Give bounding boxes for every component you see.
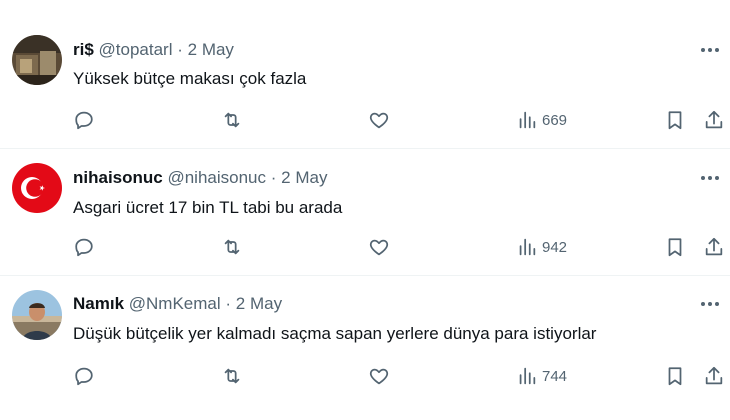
avatar[interactable] bbox=[12, 163, 62, 213]
reply-button[interactable] bbox=[73, 106, 95, 134]
avatar[interactable] bbox=[12, 290, 62, 340]
reply-icon bbox=[75, 111, 93, 130]
like-button[interactable] bbox=[368, 233, 390, 261]
retweet-button[interactable] bbox=[221, 106, 243, 134]
tweet-actions: 744 bbox=[0, 362, 730, 390]
display-name[interactable]: ri$ bbox=[73, 40, 94, 59]
reply-icon bbox=[75, 238, 93, 257]
views-count: 942 bbox=[542, 238, 568, 256]
more-icon[interactable] bbox=[698, 40, 722, 60]
heart-icon bbox=[369, 239, 389, 256]
tweet-actions: 669 bbox=[0, 106, 730, 134]
tweet-date[interactable]: 2 May bbox=[188, 40, 234, 59]
views-count: 669 bbox=[542, 111, 568, 129]
heart-icon bbox=[369, 112, 389, 129]
retweet-button[interactable] bbox=[221, 233, 243, 261]
person-photo-avatar-icon bbox=[12, 290, 62, 340]
views-count: 744 bbox=[542, 367, 568, 385]
bookmark-button[interactable] bbox=[664, 362, 686, 390]
share-icon bbox=[705, 237, 723, 256]
avatar[interactable] bbox=[12, 35, 62, 85]
user-handle[interactable]: @NmKemal bbox=[129, 294, 221, 313]
separator-dot: · bbox=[177, 40, 183, 59]
tweet-3[interactable]: Namık @NmKemal · 2 May Düşük bütçelik ye… bbox=[0, 276, 730, 420]
tweet-date[interactable]: 2 May bbox=[281, 168, 327, 187]
more-icon[interactable] bbox=[698, 294, 722, 314]
turkish-flag-avatar-icon bbox=[12, 163, 62, 213]
tweet-text: Yüksek bütçe makası çok fazla bbox=[73, 69, 307, 88]
tweet-text: Asgari ücret 17 bin TL tabi bu arada bbox=[73, 198, 343, 217]
tweet-2[interactable]: nihaisonuc @nihaisonuc · 2 May Asgari üc… bbox=[0, 149, 730, 275]
user-handle[interactable]: @topatarl bbox=[99, 40, 173, 59]
more-icon[interactable] bbox=[698, 168, 722, 188]
retweet-icon bbox=[224, 239, 240, 255]
separator-dot: · bbox=[225, 294, 232, 313]
reply-icon bbox=[75, 367, 93, 386]
tweet-date[interactable]: 2 May bbox=[236, 294, 282, 313]
bookmark-icon bbox=[668, 238, 682, 257]
share-icon bbox=[705, 110, 723, 129]
views-button[interactable]: 942 bbox=[516, 233, 567, 261]
views-chart-icon bbox=[519, 367, 536, 385]
views-button[interactable]: 669 bbox=[516, 106, 567, 134]
share-button[interactable] bbox=[703, 233, 725, 261]
display-name[interactable]: nihaisonuc bbox=[73, 168, 163, 187]
retweet-icon bbox=[224, 368, 240, 384]
like-button[interactable] bbox=[368, 362, 390, 390]
reply-button[interactable] bbox=[73, 362, 95, 390]
tweet-actions: 942 bbox=[0, 233, 730, 261]
views-chart-icon bbox=[519, 238, 536, 256]
tweet-1[interactable]: ri$ @topatarl · 2 May Yüksek bütçe makas… bbox=[0, 0, 730, 148]
retweet-button[interactable] bbox=[221, 362, 243, 390]
share-icon bbox=[705, 366, 723, 385]
bookmark-button[interactable] bbox=[664, 106, 686, 134]
retweet-icon bbox=[224, 112, 240, 128]
reply-button[interactable] bbox=[73, 233, 95, 261]
bookmark-icon bbox=[668, 111, 682, 130]
views-button[interactable]: 744 bbox=[516, 362, 567, 390]
tweet-text: Düşük bütçelik yer kalmadı saçma sapan y… bbox=[73, 324, 597, 343]
like-button[interactable] bbox=[368, 106, 390, 134]
heart-icon bbox=[369, 368, 389, 385]
share-button[interactable] bbox=[703, 106, 725, 134]
user-handle[interactable]: @nihaisonuc bbox=[167, 168, 266, 187]
separator-dot: · bbox=[270, 168, 277, 187]
share-button[interactable] bbox=[703, 362, 725, 390]
bookmark-icon bbox=[668, 367, 682, 386]
bookmark-button[interactable] bbox=[664, 233, 686, 261]
display-name[interactable]: Namık bbox=[73, 294, 124, 313]
photo-avatar-icon bbox=[12, 35, 62, 85]
views-chart-icon bbox=[519, 111, 536, 129]
